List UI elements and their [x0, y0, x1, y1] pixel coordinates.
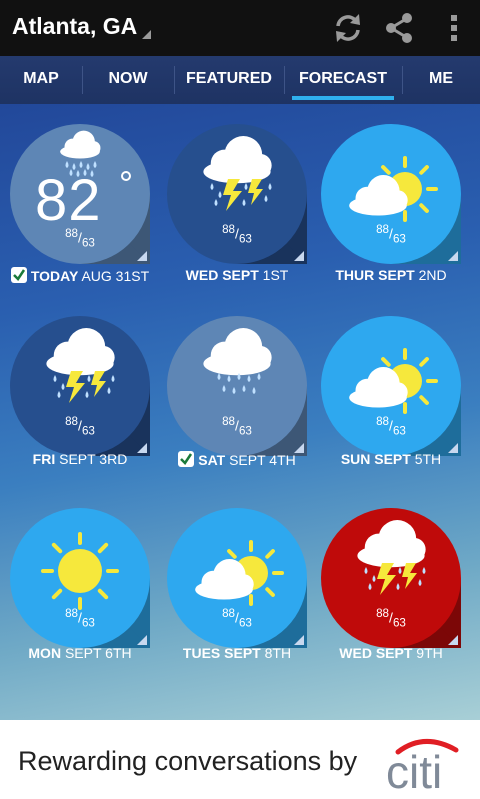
low-temp: 63: [392, 232, 406, 246]
forecast-day-label: WED SEPT 1ST: [157, 267, 317, 283]
day-date: SEPT 6TH: [64, 645, 132, 661]
low-temp: 63: [392, 616, 406, 630]
forecast-day-card[interactable]: 88/63 WED SEPT 1ST: [157, 104, 317, 304]
current-temperature: 82: [35, 168, 102, 233]
forecast-grid: 82 88/63 TODAY AUG 31ST 88/63 WED SEPT 1ST: [0, 104, 480, 720]
day-name: FRI: [32, 451, 56, 467]
low-temp: 63: [238, 232, 252, 246]
checkmark-icon: [178, 451, 195, 467]
day-date: AUG 31ST: [81, 268, 150, 284]
low-temp: 63: [238, 616, 252, 630]
high-temp: 88: [65, 415, 79, 428]
day-name: TODAY: [30, 268, 79, 284]
forecast-day-label: FRI SEPT 3RD: [0, 451, 160, 467]
day-date: 1ST: [262, 267, 289, 283]
forecast-day-card[interactable]: 88/63 SAT SEPT 4TH: [157, 296, 317, 496]
day-date: 9TH: [416, 645, 443, 661]
day-name: THUR SEPT: [335, 267, 415, 283]
forecast-day-card[interactable]: 88/63 WED SEPT 9TH: [311, 488, 471, 688]
tab-map[interactable]: MAP: [0, 56, 82, 104]
tab-forecast[interactable]: FORECAST: [284, 56, 402, 104]
high-temp: 88: [65, 607, 79, 620]
low-temp: 63: [81, 424, 95, 438]
day-date: 2ND: [418, 267, 447, 283]
degree-icon: [121, 171, 131, 181]
forecast-day-label: WED SEPT 9TH: [311, 645, 471, 661]
hi-lo-temps: 88/63: [65, 227, 95, 250]
forecast-tile[interactable]: 88/63: [320, 123, 462, 265]
hi-lo-temps: 88/63: [65, 415, 95, 438]
tab-bar: MAP NOW FEATURED FORECAST ME: [0, 56, 480, 104]
app-bar: Atlanta, GA: [0, 0, 480, 56]
location-title[interactable]: Atlanta, GA: [12, 13, 137, 40]
forecast-day-label: MON SEPT 6TH: [0, 645, 160, 661]
high-temp: 88: [222, 607, 236, 620]
hi-lo-temps: 88/63: [376, 607, 406, 630]
tab-now[interactable]: NOW: [82, 56, 174, 104]
checkmark-icon: [10, 267, 27, 283]
high-temp: 88: [376, 223, 390, 236]
low-temp: 63: [81, 236, 95, 250]
forecast-tile[interactable]: 82 88/63: [9, 123, 151, 265]
low-temp: 63: [238, 424, 252, 438]
forecast-day-label: SAT SEPT 4TH: [157, 451, 317, 468]
day-date: SEPT 3RD: [59, 451, 128, 467]
forecast-day-label: THUR SEPT 2ND: [311, 267, 471, 283]
forecast-tile[interactable]: 88/63: [9, 315, 151, 457]
high-temp: 88: [376, 607, 390, 620]
day-date: 8TH: [264, 645, 292, 661]
tab-me[interactable]: ME: [402, 56, 480, 104]
location-dropdown-icon[interactable]: [142, 30, 151, 39]
ad-text: Rewarding conversations by: [18, 746, 358, 776]
tab-featured[interactable]: FEATURED: [174, 56, 284, 104]
refresh-icon[interactable]: [330, 10, 366, 46]
forecast-day-card[interactable]: 88/63 MON SEPT 6TH: [0, 488, 160, 688]
forecast-day-card[interactable]: 88/63 SUN SEPT 5TH: [311, 296, 471, 496]
hi-lo-temps: 88/63: [376, 415, 406, 438]
high-temp: 88: [376, 415, 390, 428]
ad-banner[interactable]: Rewarding conversations by citi: [0, 720, 480, 799]
high-temp: 88: [222, 415, 236, 428]
forecast-day-label: SUN SEPT 5TH: [311, 451, 471, 467]
day-name: TUES SEPT: [182, 645, 261, 661]
hi-lo-temps: 88/63: [222, 607, 252, 630]
forecast-day-card[interactable]: 88/63 FRI SEPT 3RD: [0, 296, 160, 496]
forecast-tile[interactable]: 88/63: [166, 123, 308, 265]
day-name: SAT: [198, 452, 226, 468]
citi-logo-text: citi: [386, 746, 442, 794]
forecast-day-label: TUES SEPT 8TH: [157, 645, 317, 661]
citi-logo: citi: [384, 730, 464, 799]
forecast-tile[interactable]: 88/63: [320, 315, 462, 457]
forecast-tile[interactable]: 88/63: [166, 507, 308, 649]
low-temp: 63: [81, 616, 95, 630]
forecast-day-card[interactable]: 88/63 TUES SEPT 8TH: [157, 488, 317, 688]
day-name: WED SEPT: [185, 267, 259, 283]
hi-lo-temps: 88/63: [65, 607, 95, 630]
forecast-tile[interactable]: 88/63: [9, 507, 151, 649]
hi-lo-temps: 88/63: [376, 223, 406, 246]
day-date: 5TH: [414, 451, 442, 467]
day-name: MON: [28, 645, 62, 661]
low-temp: 63: [392, 424, 406, 438]
day-name: SUN SEPT: [340, 451, 411, 467]
high-temp: 88: [65, 227, 79, 240]
day-name: WED SEPT: [339, 645, 413, 661]
forecast-day-label: TODAY AUG 31ST: [0, 267, 160, 284]
forecast-tile[interactable]: 88/63: [320, 507, 462, 649]
hi-lo-temps: 88/63: [222, 223, 252, 246]
share-icon[interactable]: [381, 10, 417, 46]
more-icon[interactable]: [438, 10, 474, 46]
forecast-day-card[interactable]: 82 88/63 TODAY AUG 31ST: [0, 104, 160, 304]
forecast-tile[interactable]: 88/63: [166, 315, 308, 457]
hi-lo-temps: 88/63: [222, 415, 252, 438]
forecast-day-card[interactable]: 88/63 THUR SEPT 2ND: [311, 104, 471, 304]
high-temp: 88: [222, 223, 236, 236]
day-date: SEPT 4TH: [229, 452, 296, 468]
